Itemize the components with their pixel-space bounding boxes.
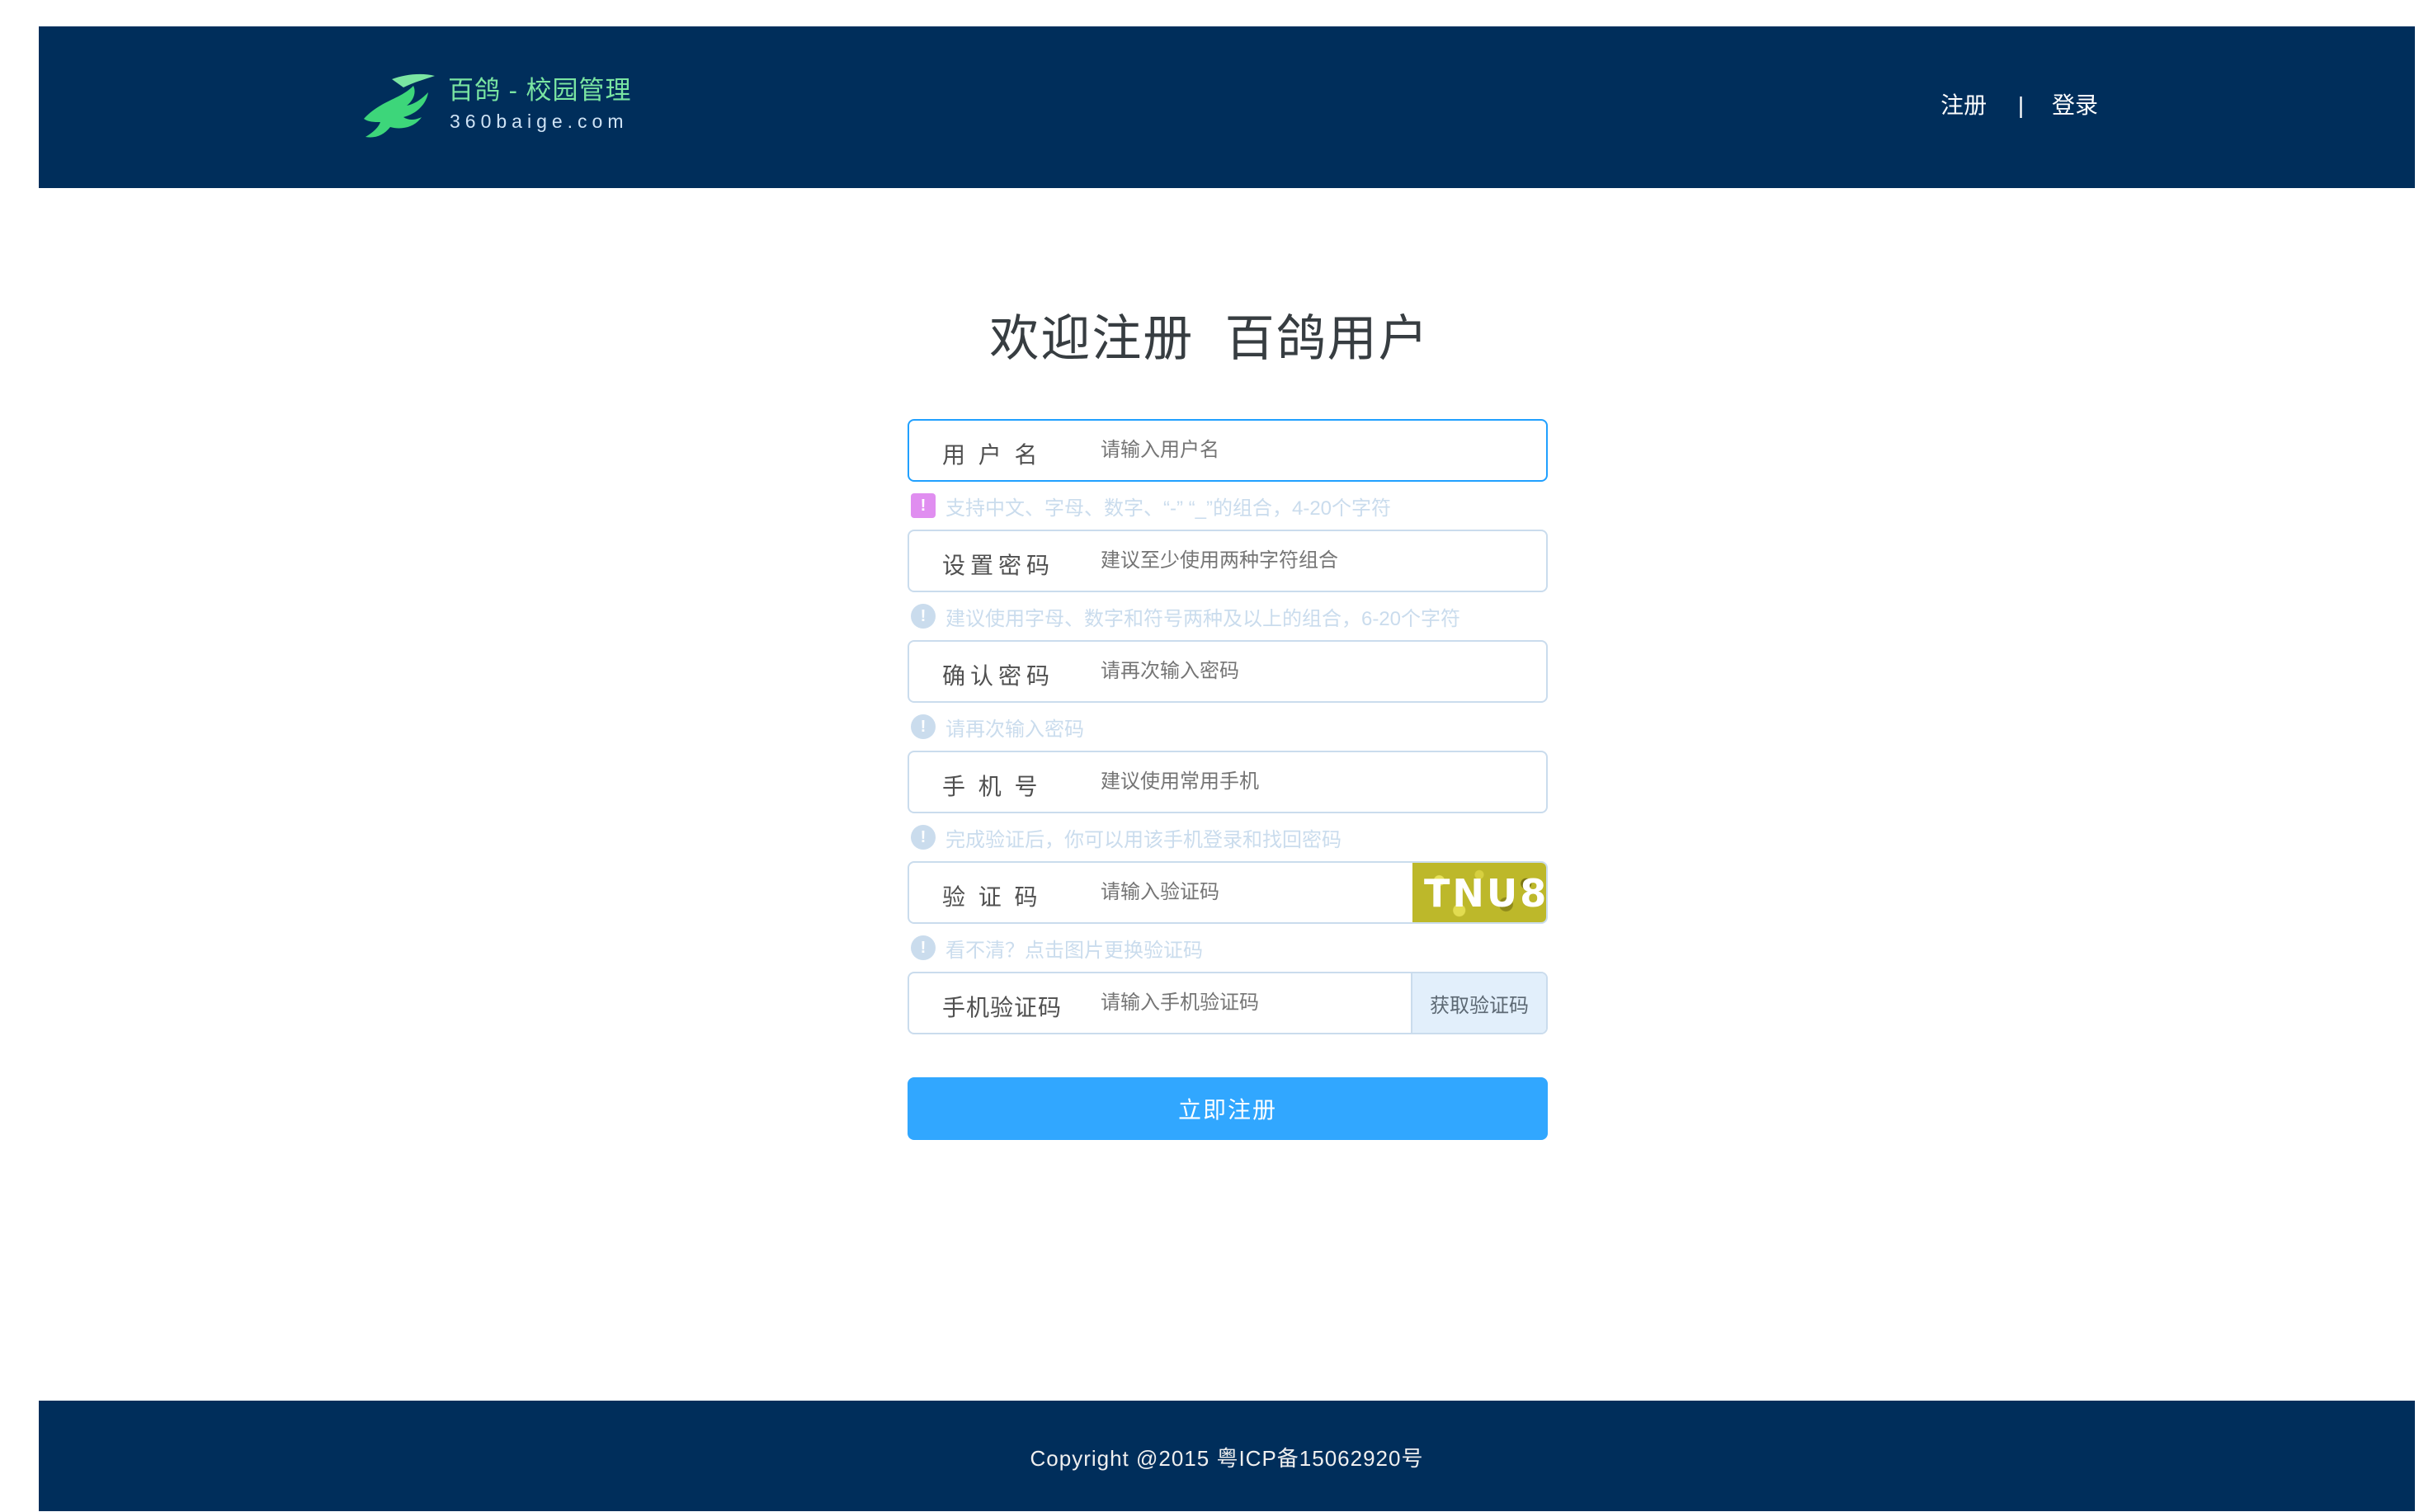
- password-hint: ! 建议使用字母、数字和符号两种及以上的组合，6-20个字符: [908, 592, 1548, 640]
- password-hint-text: 建议使用字母、数字和符号两种及以上的组合，6-20个字符: [945, 607, 1461, 630]
- page-title: 欢迎注册 百鸽用户: [989, 311, 1430, 366]
- phone-label: 手 机 号: [942, 774, 1041, 799]
- info-icon: !: [911, 493, 936, 518]
- phone-hint-text: 完成验证后，你可以用该手机登录和找回密码: [945, 828, 1342, 851]
- info-icon: !: [911, 714, 936, 739]
- dove-logo-icon: [364, 73, 435, 138]
- username-label: 用 户 名: [942, 442, 1041, 468]
- username-hint-text: 支持中文、字母、数字、“-” “_”的组合，4-20个字符: [945, 497, 1392, 520]
- footer: Copyright @2015 粤ICP备15062920号: [39, 1401, 2415, 1511]
- captcha-input[interactable]: [1101, 881, 1348, 904]
- password-label: 设置密码: [942, 553, 1055, 578]
- confirm-password-label: 确认密码: [942, 663, 1055, 689]
- sms-code-input[interactable]: [1101, 992, 1348, 1015]
- info-icon: !: [911, 604, 936, 629]
- confirm-password-hint-text: 请再次输入密码: [945, 718, 1084, 741]
- phone-hint: ! 完成验证后，你可以用该手机登录和找回密码: [908, 813, 1548, 861]
- submit-button[interactable]: 立即注册: [908, 1077, 1548, 1140]
- header: 百鸽 - 校园管理 360baige.com 注册 | 登录: [39, 26, 2415, 188]
- captcha-field[interactable]: 验 证 码 TNU8: [908, 861, 1548, 924]
- register-form: 用 户 名 ! 支持中文、字母、数字、“-” “_”的组合，4-20个字符 设置…: [908, 419, 1548, 1140]
- info-icon: !: [911, 935, 936, 960]
- phone-input[interactable]: [1101, 770, 1447, 794]
- captcha-hint-text: 看不清？点击图片更换验证码: [945, 939, 1203, 962]
- username-hint: ! 支持中文、字母、数字、“-” “_”的组合，4-20个字符: [908, 482, 1548, 530]
- username-input[interactable]: [1101, 439, 1447, 462]
- footer-copyright: Copyright @2015 粤ICP备15062920号: [1030, 1446, 1424, 1471]
- phone-field[interactable]: 手 机 号: [908, 751, 1548, 813]
- password-input[interactable]: [1101, 549, 1447, 572]
- captcha-hint: ! 看不清？点击图片更换验证码: [908, 924, 1548, 972]
- logo[interactable]: 百鸽 - 校园管理 360baige.com: [356, 63, 669, 153]
- username-field[interactable]: 用 户 名: [908, 419, 1548, 482]
- login-link[interactable]: 登录: [2052, 87, 2098, 120]
- info-icon: !: [911, 825, 936, 850]
- sms-code-label: 手机验证码: [942, 995, 1063, 1020]
- confirm-password-field[interactable]: 确认密码: [908, 640, 1548, 703]
- get-sms-code-button[interactable]: 获取验证码: [1411, 973, 1546, 1033]
- password-field[interactable]: 设置密码: [908, 530, 1548, 592]
- register-link[interactable]: 注册: [1940, 87, 1987, 120]
- logo-subtitle: 360baige.com: [450, 111, 629, 132]
- captcha-image-text: TNU8: [1424, 871, 1546, 916]
- captcha-image[interactable]: TNU8: [1412, 863, 1546, 922]
- captcha-label: 验 证 码: [942, 884, 1041, 910]
- confirm-password-hint: ! 请再次输入密码: [908, 703, 1548, 751]
- nav-divider: |: [2017, 92, 2025, 118]
- logo-title: 百鸽 - 校园管理: [448, 76, 632, 105]
- top-nav: 注册 | 登录: [1940, 87, 2098, 120]
- sms-code-field[interactable]: 手机验证码 获取验证码: [908, 972, 1548, 1034]
- confirm-password-input[interactable]: [1101, 660, 1447, 683]
